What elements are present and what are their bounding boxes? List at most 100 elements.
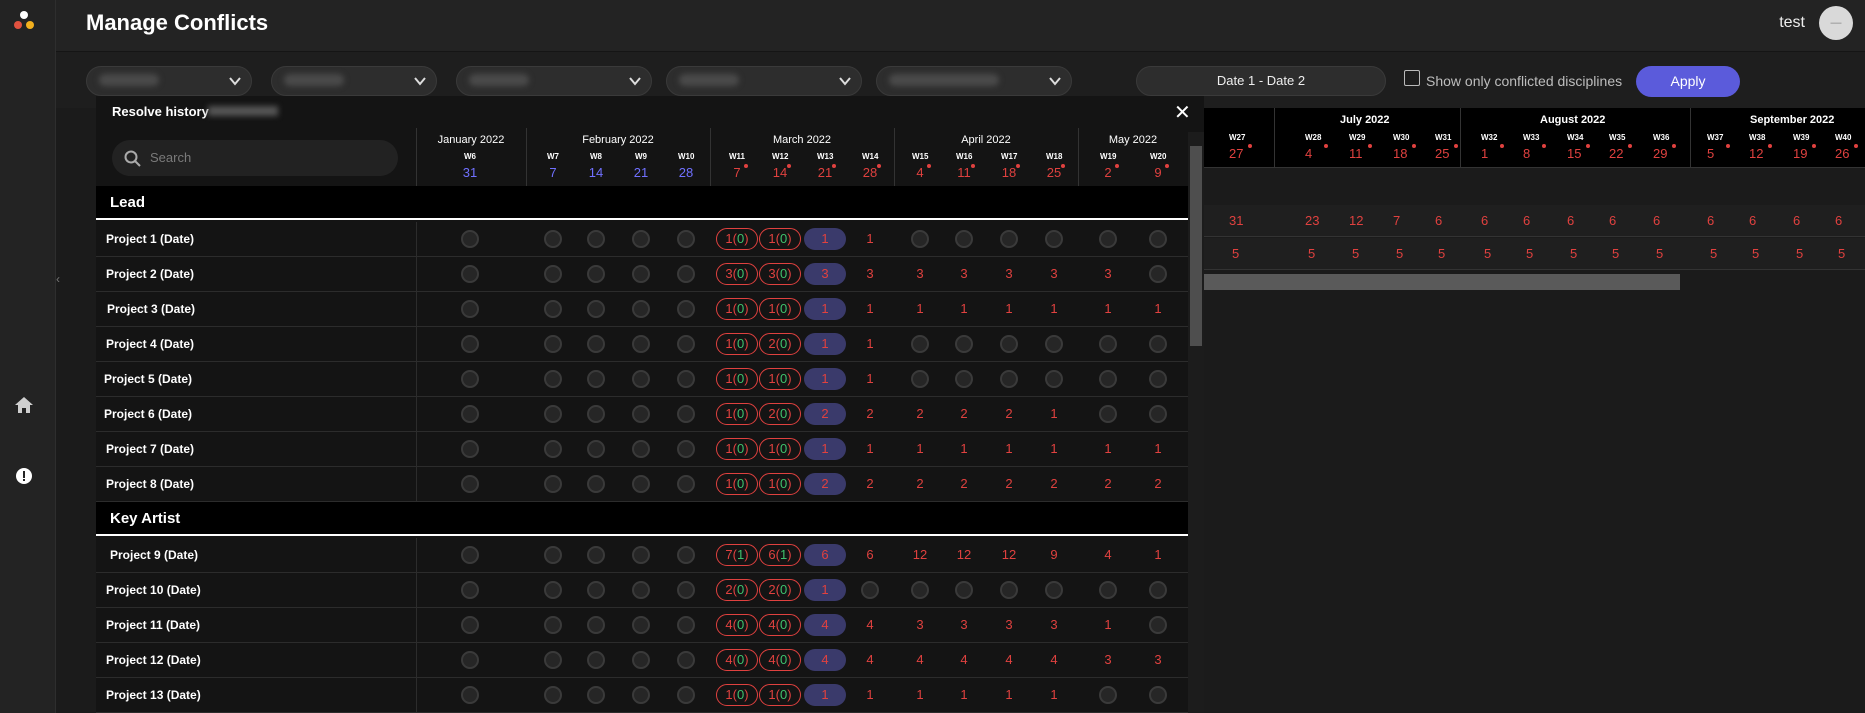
current-week-value[interactable]: 4 xyxy=(804,649,846,671)
background-value: 5 xyxy=(1612,246,1620,261)
conflict-dot xyxy=(1812,144,1816,148)
logo-icon[interactable] xyxy=(14,10,34,30)
empty-slot-icon xyxy=(461,581,479,599)
conflict-pill[interactable]: 4(0) xyxy=(716,614,758,636)
row-divider xyxy=(416,467,417,502)
timeline-week-label: W17 xyxy=(1001,152,1018,161)
conflict-pill[interactable]: 7(1) xyxy=(716,544,758,566)
background-value: 6 xyxy=(1481,213,1489,228)
background-value: 6 xyxy=(1523,213,1531,228)
empty-slot-icon xyxy=(677,581,695,599)
current-week-value[interactable]: 1 xyxy=(804,368,846,390)
conflict-pill[interactable]: 1(0) xyxy=(716,684,758,706)
resolved-count: 0 xyxy=(736,441,745,456)
conflict-pill[interactable]: 1(0) xyxy=(759,438,801,460)
resolved-count: 0 xyxy=(736,301,745,316)
alert-icon[interactable] xyxy=(16,468,32,489)
background-value: 6 xyxy=(1653,213,1661,228)
current-week-value[interactable]: 1 xyxy=(804,579,846,601)
current-week-value[interactable]: 2 xyxy=(804,403,846,425)
scroll-thumb[interactable] xyxy=(1190,146,1202,346)
timeline-week-label: W12 xyxy=(772,152,789,161)
conflict-pill[interactable]: 1(0) xyxy=(716,473,758,495)
home-icon[interactable] xyxy=(14,396,34,419)
filter-dropdown-3[interactable] xyxy=(456,66,652,96)
background-day-label: 12 xyxy=(1749,146,1764,161)
empty-slot-icon xyxy=(632,335,650,353)
conflict-pill[interactable]: 2(0) xyxy=(759,403,801,425)
conflict-pill[interactable]: 1(0) xyxy=(759,473,801,495)
week-value: 12 xyxy=(912,547,928,562)
background-value: 5 xyxy=(1570,246,1578,261)
empty-slot-icon xyxy=(1000,370,1018,388)
conflict-pill[interactable]: 6(1) xyxy=(759,544,801,566)
timeline-day-label: 21 xyxy=(633,165,649,180)
week-value: 3 xyxy=(916,617,924,632)
conflict-pill[interactable]: 2(0) xyxy=(759,333,801,355)
conflict-pill[interactable]: 1(0) xyxy=(716,368,758,390)
resolved-count: 1 xyxy=(736,547,745,562)
filter-dropdown-1[interactable] xyxy=(86,66,252,96)
timeline-week-label: W6 xyxy=(464,152,476,161)
row-divider xyxy=(416,608,417,643)
date-range-picker[interactable]: Date 1 - Date 2 xyxy=(1136,66,1386,96)
conflict-pill[interactable]: 1(0) xyxy=(716,298,758,320)
vertical-scrollbar[interactable] xyxy=(1188,132,1204,713)
background-week-label: W33 xyxy=(1523,133,1540,142)
background-day-label: 29 xyxy=(1653,146,1668,161)
section-label: Lead xyxy=(110,194,146,211)
conflict-pill[interactable]: 1(0) xyxy=(759,298,801,320)
apply-button[interactable]: Apply xyxy=(1636,66,1740,97)
current-week-value[interactable]: 1 xyxy=(804,684,846,706)
current-week-value[interactable]: 1 xyxy=(804,438,846,460)
background-value: 6 xyxy=(1749,213,1757,228)
empty-slot-icon xyxy=(911,581,929,599)
current-week-value[interactable]: 1 xyxy=(804,298,846,320)
background-month-label: August 2022 xyxy=(1540,114,1606,126)
conflict-pill[interactable]: 1(0) xyxy=(759,228,801,250)
conflict-pill[interactable]: 4(0) xyxy=(759,649,801,671)
conflict-pill[interactable]: 3(0) xyxy=(759,263,801,285)
empty-slot-icon xyxy=(544,616,562,634)
current-week-value[interactable]: 1 xyxy=(804,333,846,355)
conflict-pill[interactable]: 2(0) xyxy=(716,579,758,601)
empty-slot-icon xyxy=(1149,581,1167,599)
empty-slot-icon xyxy=(544,230,562,248)
search-input[interactable]: Search xyxy=(112,140,398,176)
conflict-pill[interactable]: 3(0) xyxy=(716,263,758,285)
conflict-pill[interactable]: 2(0) xyxy=(759,579,801,601)
empty-slot-icon xyxy=(955,370,973,388)
filter-dropdown-2[interactable] xyxy=(271,66,437,96)
background-day-label: 11 xyxy=(1349,146,1363,161)
avatar[interactable]: — xyxy=(1819,6,1853,40)
close-icon[interactable]: ✕ xyxy=(1174,100,1191,125)
current-week-value[interactable]: 3 xyxy=(804,263,846,285)
current-week-value[interactable]: 4 xyxy=(804,614,846,636)
filter-dropdown-4[interactable] xyxy=(666,66,862,96)
background-value: 6 xyxy=(1609,213,1617,228)
conflict-pill[interactable]: 4(0) xyxy=(759,614,801,636)
conflict-pill[interactable]: 1(0) xyxy=(759,368,801,390)
filter-dropdown-5[interactable] xyxy=(876,66,1072,96)
empty-slot-icon xyxy=(632,581,650,599)
conflict-pill[interactable]: 1(0) xyxy=(716,438,758,460)
week-value: 3 xyxy=(1154,652,1162,667)
conflict-pill[interactable]: 1(0) xyxy=(716,403,758,425)
week-value: 1 xyxy=(1050,687,1058,702)
empty-slot-icon xyxy=(911,230,929,248)
filter-value xyxy=(889,74,999,86)
conflict-pill[interactable]: 1(0) xyxy=(759,684,801,706)
chevron-down-icon xyxy=(229,77,241,86)
current-week-value[interactable]: 2 xyxy=(804,473,846,495)
week-value: 3 xyxy=(1005,266,1013,281)
conflict-pill[interactable]: 1(0) xyxy=(716,333,758,355)
row-divider xyxy=(416,397,417,432)
scroll-left-icon[interactable]: ‹ xyxy=(56,272,70,290)
current-week-value[interactable]: 1 xyxy=(804,228,846,250)
conflicted-only-checkbox[interactable] xyxy=(1404,70,1420,86)
row-label: Project 3 (Date) xyxy=(107,302,196,316)
resolved-count: 0 xyxy=(779,652,788,667)
conflict-pill[interactable]: 1(0) xyxy=(716,228,758,250)
current-week-value[interactable]: 6 xyxy=(804,544,846,566)
conflict-pill[interactable]: 4(0) xyxy=(716,649,758,671)
